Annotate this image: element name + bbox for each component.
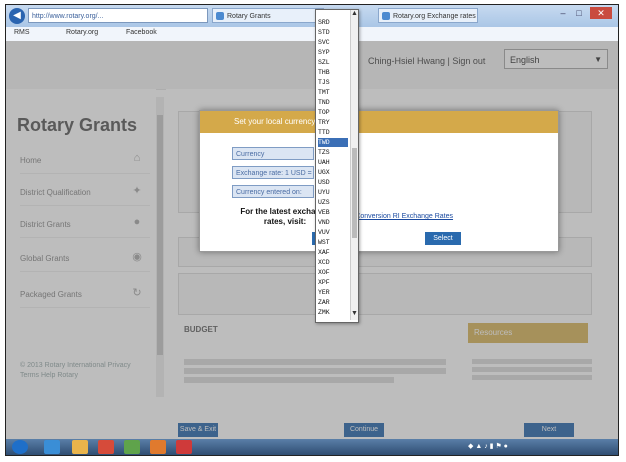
- currency-option[interactable]: UYU: [318, 188, 348, 197]
- currency-option[interactable]: TND: [318, 98, 348, 107]
- favorites-bar: RMS Rotary.org Facebook: [6, 27, 618, 42]
- currency-option[interactable]: TTD: [318, 128, 348, 137]
- currency-option[interactable]: WST: [318, 238, 348, 247]
- currency-option[interactable]: XCD: [318, 258, 348, 267]
- exchange-rate-field[interactable]: Exchange rate: 1 USD =: [232, 166, 314, 179]
- favorite-link[interactable]: Rotary.org: [66, 29, 98, 36]
- select-button[interactable]: Select: [425, 232, 461, 245]
- currency-option[interactable]: TJS: [318, 78, 348, 87]
- favorite-link[interactable]: Facebook: [126, 29, 157, 36]
- scroll-up-icon[interactable]: ▲: [351, 10, 358, 18]
- favorite-link[interactable]: RMS: [14, 29, 30, 36]
- currency-option[interactable]: SRD: [318, 18, 348, 27]
- currency-option[interactable]: ZMK: [318, 308, 348, 317]
- currency-option[interactable]: SZL: [318, 58, 348, 67]
- currency-modal: Set your local currency Currency Exchang…: [199, 110, 559, 252]
- dropdown-scrollbar[interactable]: ▲ ▼: [350, 10, 358, 320]
- start-button-icon[interactable]: [12, 440, 28, 454]
- close-icon[interactable]: ✕: [590, 7, 612, 19]
- app-icon[interactable]: [124, 440, 140, 454]
- currency-option[interactable]: USD: [318, 178, 348, 187]
- currency-option[interactable]: UZS: [318, 198, 348, 207]
- currency-option[interactable]: TRY: [318, 118, 348, 127]
- folder-icon[interactable]: [72, 440, 88, 454]
- currency-option[interactable]: TZS: [318, 148, 348, 157]
- currency-option[interactable]: TOP: [318, 108, 348, 117]
- tab-rotary-grants[interactable]: Rotary Grants: [212, 8, 324, 23]
- currency-option[interactable]: SVC: [318, 38, 348, 47]
- currency-option[interactable]: SYP: [318, 48, 348, 57]
- back-icon[interactable]: ◀: [9, 8, 25, 24]
- system-tray[interactable]: ◆ ▲ ♪ ▮ ⚑ ●: [468, 442, 508, 450]
- media-icon[interactable]: [98, 440, 114, 454]
- currency-date-field[interactable]: Currency entered on:: [232, 185, 314, 198]
- currency-option[interactable]: ZAR: [318, 298, 348, 307]
- currency-option[interactable]: XPF: [318, 278, 348, 287]
- currency-option[interactable]: STD: [318, 28, 348, 37]
- dropdown-scroll-thumb[interactable]: [352, 148, 357, 238]
- screen: ◀ http://www.rotary.org/... Rotary Grant…: [5, 4, 619, 456]
- taskbar: ◆ ▲ ♪ ▮ ⚑ ●: [6, 439, 618, 455]
- currency-option[interactable]: THB: [318, 68, 348, 77]
- currency-option[interactable]: UAH: [318, 158, 348, 167]
- currency-option[interactable]: TMT: [318, 88, 348, 97]
- app-icon[interactable]: [150, 440, 166, 454]
- currency-option[interactable]: VND: [318, 218, 348, 227]
- currency-dropdown-list[interactable]: SRD STD SVC SYP SZL THB TJS TMT TND TOP TRY TTD TWD T…: [315, 9, 359, 323]
- currency-select[interactable]: Currency: [232, 147, 314, 160]
- tab-exchange-rates[interactable]: Rotary.org Exchange rates: [378, 8, 478, 23]
- tab-favicon-icon: [382, 12, 390, 20]
- ie-icon[interactable]: [44, 440, 60, 454]
- currency-option[interactable]: VEB: [318, 208, 348, 217]
- currency-option[interactable]: UGX: [318, 168, 348, 177]
- app-icon[interactable]: [176, 440, 192, 454]
- browser-titlebar: ◀ http://www.rotary.org/... Rotary Grant…: [6, 5, 618, 27]
- currency-option[interactable]: YER: [318, 288, 348, 297]
- modal-title: Set your local currency: [200, 111, 558, 133]
- currency-option[interactable]: XOF: [318, 268, 348, 277]
- maximize-icon[interactable]: □: [572, 7, 586, 19]
- currency-option[interactable]: TWD: [318, 138, 348, 147]
- minimize-icon[interactable]: –: [556, 7, 570, 19]
- currency-option[interactable]: XAF: [318, 248, 348, 257]
- tab-favicon-icon: [216, 12, 224, 20]
- currency-option[interactable]: VUV: [318, 228, 348, 237]
- address-bar[interactable]: http://www.rotary.org/...: [28, 8, 208, 23]
- scroll-down-icon[interactable]: ▼: [351, 310, 358, 318]
